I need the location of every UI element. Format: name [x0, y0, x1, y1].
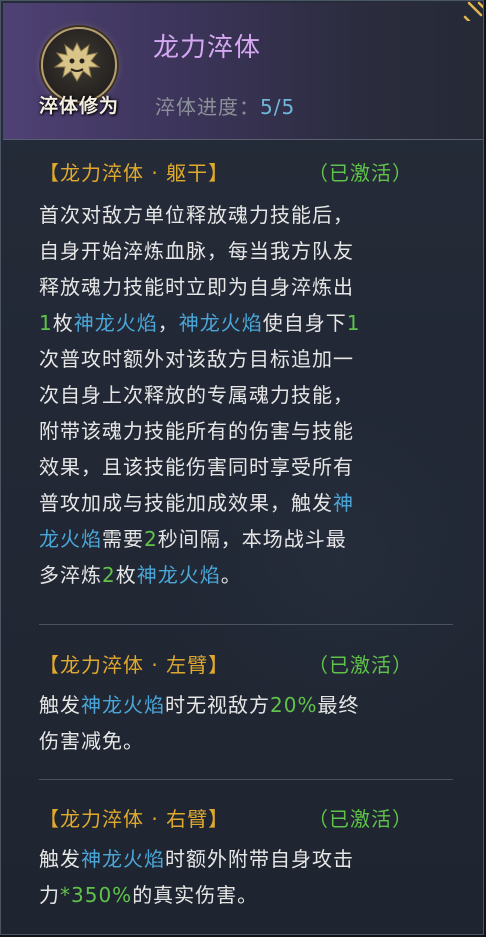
desc-line: 龙火焰需要2秒间隔，本场战斗最: [39, 527, 347, 551]
status-badge: （已激活）: [308, 161, 413, 185]
section-divider: [39, 624, 453, 625]
progress-value: 5/5: [260, 95, 296, 119]
desc-line: 次普攻时额外对该敌方目标追加一: [39, 347, 354, 371]
desc-line: 效果，且该技能伤害同时享受所有: [39, 455, 354, 479]
keyword: 龙火焰: [39, 527, 102, 551]
status-badge: （已激活）: [308, 653, 413, 677]
section-heading: 【龙力淬体 · 右臂】 （已激活）: [39, 803, 453, 833]
emblem-label: 淬体修为: [38, 95, 119, 117]
skill-section-left-arm: 【龙力淬体 · 左臂】 （已激活） 触发神龙火焰时无视敌方20%最终 伤害减免。: [39, 649, 453, 759]
tooltip-header: 淬体修为 龙力淬体 淬体进度：5/5: [3, 3, 483, 140]
section-description: 触发神龙火焰时额外附带自身攻击 力*350%的真实伤害。: [39, 841, 453, 913]
section-heading: 【龙力淬体 · 躯干】 （已激活）: [39, 157, 453, 187]
keyword: 神龙火焰: [81, 847, 165, 871]
skill-section-torso: 【龙力淬体 · 躯干】 （已激活） 首次对敌方单位释放魂力技能后， 自身开始淬炼…: [39, 157, 453, 593]
desc-line: 次自身上次释放的专属魂力技能，: [39, 383, 354, 407]
desc-line: 附带该魂力技能所有的伤害与技能: [39, 419, 354, 443]
keyword: 神龙火焰: [178, 311, 263, 335]
keyword: 神龙火焰: [136, 563, 221, 587]
keyword: 神: [333, 491, 354, 515]
desc-line: 触发神龙火焰时额外附带自身攻击: [39, 847, 354, 871]
desc-line: 力*350%的真实伤害。: [39, 883, 259, 907]
close-icon[interactable]: [463, 1, 483, 21]
desc-line: 多淬炼2枚神龙火焰。: [39, 563, 242, 587]
skill-section-right-arm: 【龙力淬体 · 右臂】 （已激活） 触发神龙火焰时额外附带自身攻击 力*350%…: [39, 803, 453, 913]
progress-label: 淬体进度：: [155, 95, 260, 119]
section-divider: [39, 779, 453, 780]
section-description: 触发神龙火焰时无视敌方20%最终 伤害减免。: [39, 687, 453, 759]
desc-line: 首次对敌方单位释放魂力技能后，: [39, 203, 354, 227]
keyword: 神龙火焰: [81, 693, 165, 717]
section-description: 首次对敌方单位释放魂力技能后， 自身开始淬炼血脉，每当我方队友 释放魂力技能时立…: [39, 197, 453, 593]
page-title: 龙力淬体: [153, 33, 262, 63]
keyword: 神龙火焰: [73, 311, 158, 335]
tooltip-panel: 淬体修为 龙力淬体 淬体进度：5/5 【龙力淬体 · 躯干】 （已激活） 首次对…: [0, 0, 484, 935]
desc-line: 1枚神龙火焰，神龙火焰使自身下1: [39, 311, 361, 335]
desc-line: 伤害减免。: [39, 729, 144, 753]
desc-line: 释放魂力技能时立即为自身淬炼出: [39, 275, 354, 299]
section-part: 右臂: [166, 807, 209, 831]
desc-line: 普攻加成与技能加成效果，触发神: [39, 491, 354, 515]
section-part: 左臂: [166, 653, 209, 677]
section-part: 躯干: [166, 161, 209, 185]
desc-line: 自身开始淬炼血脉，每当我方队友: [39, 239, 354, 263]
progress-row: 淬体进度：5/5: [155, 91, 295, 120]
desc-line: 触发神龙火焰时无视敌方20%最终: [39, 693, 360, 717]
status-badge: （已激活）: [308, 807, 413, 831]
section-heading: 【龙力淬体 · 左臂】 （已激活）: [39, 649, 453, 679]
